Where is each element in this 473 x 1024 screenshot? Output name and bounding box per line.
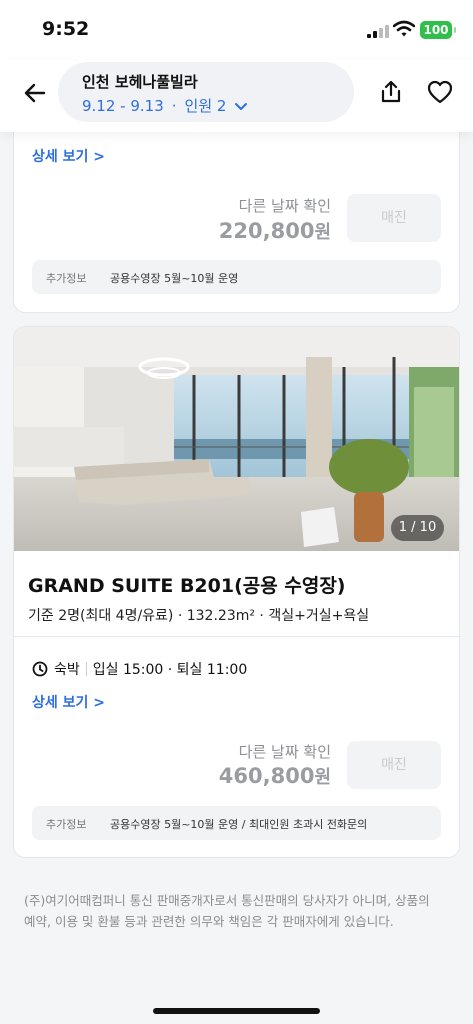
other-date-label[interactable]: 다른 날짜 확인 xyxy=(239,195,331,216)
price-value: 460,800 xyxy=(218,764,315,788)
share-icon[interactable] xyxy=(377,78,405,106)
search-summary-pill[interactable]: 인천 보헤나풀빌라 9.12 - 9.13 · 인원 2 xyxy=(58,62,354,122)
clock-icon xyxy=(32,661,48,677)
other-date-label[interactable]: 다른 날짜 확인 xyxy=(239,741,331,762)
info-label: 추가정보 xyxy=(46,818,87,831)
divider xyxy=(14,636,459,637)
info-label: 추가정보 xyxy=(46,272,87,285)
price-value: 220,800 xyxy=(218,219,315,243)
room-card-previous: 상세 보기 > 다른 날짜 확인 220,800원 매진 추가정보 공용수영장 … xyxy=(13,118,460,313)
battery-icon: 100 xyxy=(420,21,456,39)
room-card: 1 / 10 GRAND SUITE B201(공용 수영장) 기준 2명(최대… xyxy=(13,326,460,858)
guest-count: 인원 2 xyxy=(184,97,227,115)
separator xyxy=(85,662,87,676)
date-range: 9.12 - 9.13 xyxy=(82,96,164,115)
stay-type: 숙박 xyxy=(54,662,80,678)
home-indicator xyxy=(153,1008,320,1014)
wifi-icon xyxy=(393,20,415,37)
search-conditions[interactable]: 9.12 - 9.13 · 인원 2 xyxy=(82,95,248,116)
additional-info-box: 추가정보 공용수영장 5월~10월 운영 xyxy=(32,260,441,294)
status-time: 9:52 xyxy=(42,18,90,40)
chevron-down-icon xyxy=(235,102,248,110)
room-price: 220,800원 xyxy=(219,218,331,244)
additional-info-box: 추가정보 공용수영장 5월~10월 운영 / 최대인원 초과시 전화문의 xyxy=(32,806,441,840)
detail-link[interactable]: 상세 보기 > xyxy=(32,146,105,166)
back-arrow-icon[interactable] xyxy=(20,78,50,108)
soldout-button[interactable]: 매진 xyxy=(347,741,441,789)
heart-icon[interactable] xyxy=(426,79,454,105)
info-text: 공용수영장 5월~10월 운영 xyxy=(110,272,239,285)
separator-dot: · xyxy=(171,96,177,115)
detail-link[interactable]: 상세 보기 > xyxy=(32,692,105,712)
room-price: 460,800원 xyxy=(219,763,331,789)
room-photo-illustration xyxy=(14,327,459,551)
legal-disclaimer: (주)여기어때컴퍼니 통신 판매중개자로서 통신판매의 당사자가 아니며, 상품… xyxy=(24,893,430,929)
room-specs: 기준 2명(최대 4명/유료) · 132.23m² · 객실+거실+욕실 xyxy=(28,608,370,624)
status-bar: 9:52 100 xyxy=(0,0,473,60)
stay-info-row: 숙박 입실 15:00 · 퇴실 11:00 xyxy=(32,659,247,679)
room-photo[interactable]: 1 / 10 xyxy=(14,327,459,551)
soldout-button[interactable]: 매진 xyxy=(347,194,441,242)
property-title: 인천 보헤나풀빌라 xyxy=(82,73,198,91)
checkin-checkout: 입실 15:00 · 퇴실 11:00 xyxy=(92,662,248,678)
header: 인천 보헤나풀빌라 9.12 - 9.13 · 인원 2 xyxy=(0,60,473,132)
price-unit: 원 xyxy=(314,222,331,243)
signal-icon xyxy=(367,24,389,38)
room-title: GRAND SUITE B201(공용 수영장) xyxy=(28,575,346,597)
photo-counter: 1 / 10 xyxy=(391,515,444,541)
price-unit: 원 xyxy=(314,767,331,788)
info-text: 공용수영장 5월~10월 운영 / 최대인원 초과시 전화문의 xyxy=(110,818,368,831)
